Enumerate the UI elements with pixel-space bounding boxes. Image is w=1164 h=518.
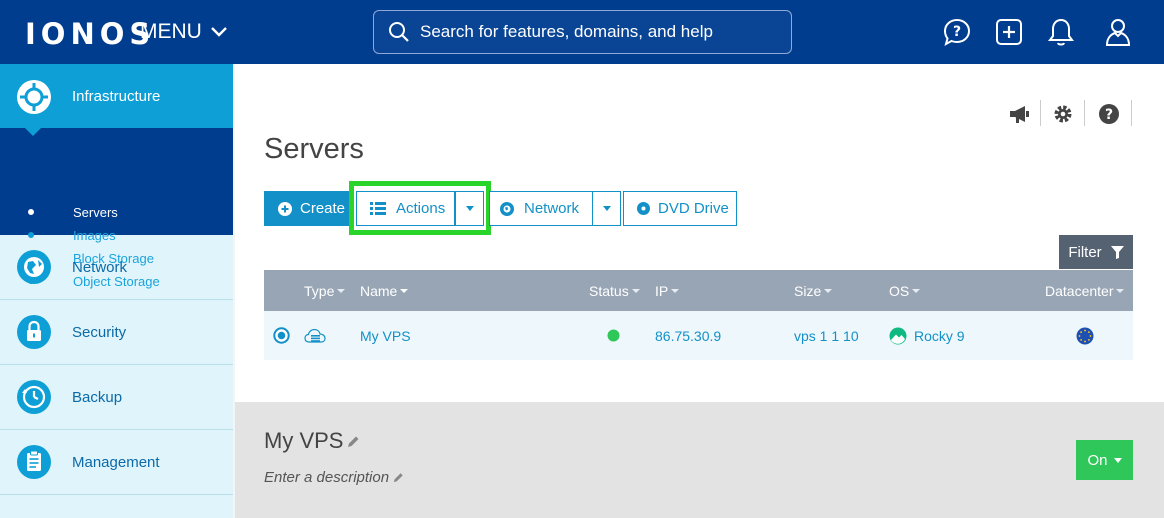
sidebar-submenu: Servers Images Block Storage Object Stor… <box>0 128 233 289</box>
notification-bell-icon[interactable] <box>1046 16 1076 48</box>
row-radio-button[interactable] <box>273 311 290 360</box>
power-on-dropdown-button[interactable]: On <box>1076 440 1133 480</box>
page-title: Servers <box>264 133 364 165</box>
user-profile-icon[interactable] <box>1103 16 1133 48</box>
cloud-server-icon <box>304 311 326 360</box>
backup-clock-icon <box>16 379 52 415</box>
plus-circle-icon <box>278 201 292 216</box>
rocky-linux-icon <box>889 327 907 344</box>
column-header-datacenter[interactable]: Datacenter <box>1045 270 1125 311</box>
column-header-os[interactable]: OS <box>889 270 921 311</box>
os-cell: Rocky 9 <box>889 311 965 360</box>
main-content: ? Servers Create Actions Network DVD Dri… <box>235 64 1164 402</box>
dvd-drive-label: DVD Drive <box>658 200 729 217</box>
search-bar[interactable] <box>373 10 792 54</box>
help-chat-icon[interactable]: ? <box>942 16 972 48</box>
actions-highlight-box <box>349 181 491 235</box>
server-detail-name: My VPS <box>264 428 344 453</box>
column-header-name[interactable]: Name <box>360 270 409 311</box>
lock-icon <box>16 314 52 350</box>
sidebar-item-label: Management <box>72 453 160 471</box>
power-label: On <box>1087 451 1108 469</box>
filter-label: Filter <box>1068 243 1102 261</box>
sidebar-item-backup[interactable]: Backup <box>0 365 233 430</box>
disc-icon <box>637 202 650 215</box>
sidebar-item-label: Infrastructure <box>72 88 161 105</box>
infrastructure-icon <box>16 79 52 115</box>
clipboard-icon <box>16 444 52 480</box>
announcement-megaphone-icon[interactable] <box>1006 101 1032 127</box>
sidebar-item-label: Security <box>72 323 127 341</box>
network-globe-icon <box>500 201 514 216</box>
gear-icon[interactable] <box>1050 101 1076 127</box>
main-menu-button[interactable]: MENU <box>140 20 228 44</box>
status-running-indicator <box>607 311 620 360</box>
column-header-size[interactable]: Size <box>794 270 833 311</box>
toolbar-divider <box>1040 100 1041 126</box>
dvd-drive-button[interactable]: DVD Drive <box>623 191 737 226</box>
column-header-status[interactable]: Status <box>589 270 640 311</box>
svg-text:?: ? <box>953 24 961 40</box>
ip-cell: 86.75.30.9 <box>655 327 722 344</box>
submenu-pointer <box>25 128 41 136</box>
ionos-logo[interactable]: IONOS <box>25 17 155 51</box>
sidebar-subitem-servers[interactable]: Servers <box>28 202 118 222</box>
sidebar: Infrastructure Servers Images Block Stor… <box>0 64 233 518</box>
svg-text:?: ? <box>1105 107 1113 123</box>
sidebar-item-security[interactable]: Security <box>0 300 233 365</box>
server-name-cell[interactable]: My VPS <box>360 311 411 360</box>
server-detail-title[interactable]: My VPS <box>264 428 360 454</box>
sidebar-item-network[interactable]: Network <box>0 235 233 300</box>
caret-down-icon <box>602 206 611 211</box>
column-header-type[interactable]: Type <box>304 270 346 311</box>
add-icon[interactable] <box>994 16 1024 48</box>
search-icon <box>389 22 409 42</box>
os-label: Rocky 9 <box>914 327 965 344</box>
caret-down-icon <box>1113 457 1122 463</box>
chevron-down-icon <box>210 27 227 37</box>
pencil-edit-icon[interactable] <box>347 435 360 448</box>
network-dropdown-button[interactable] <box>592 191 621 226</box>
server-description-field[interactable]: Enter a description <box>264 469 404 486</box>
toolbar-divider <box>1131 100 1132 126</box>
funnel-icon <box>1110 245 1124 259</box>
sidebar-item-infrastructure[interactable]: Infrastructure <box>0 64 233 129</box>
help-icon[interactable]: ? <box>1096 101 1122 127</box>
create-button[interactable]: Create <box>264 191 352 226</box>
table-row[interactable]: My VPS 86.75.30.9 vps 1 1 10 Rocky 9 <box>264 311 1133 360</box>
network-globe-icon <box>16 249 52 285</box>
filter-button[interactable]: Filter <box>1059 235 1133 269</box>
server-detail-panel: My VPS Enter a description On <box>235 402 1164 518</box>
column-header-ip[interactable]: IP <box>655 270 680 311</box>
table-header: Type Name Status IP Size OS Datacenter <box>264 270 1133 311</box>
sidebar-item-label: Backup <box>72 388 123 406</box>
pencil-edit-icon[interactable] <box>393 472 404 483</box>
sidebar-item-label: Network <box>72 258 128 276</box>
description-placeholder: Enter a description <box>264 469 390 486</box>
sidebar-item-management[interactable]: Management <box>0 430 233 495</box>
network-label: Network <box>524 200 580 217</box>
menu-label: MENU <box>140 20 202 43</box>
size-cell: vps 1 1 10 <box>794 327 859 344</box>
network-button[interactable]: Network <box>489 191 593 226</box>
eu-flag-icon <box>1076 311 1094 360</box>
create-label: Create <box>300 200 346 217</box>
search-input[interactable] <box>420 22 780 42</box>
toolbar-divider <box>1084 100 1085 126</box>
top-bar: IONOS MENU ? <box>0 0 1164 64</box>
